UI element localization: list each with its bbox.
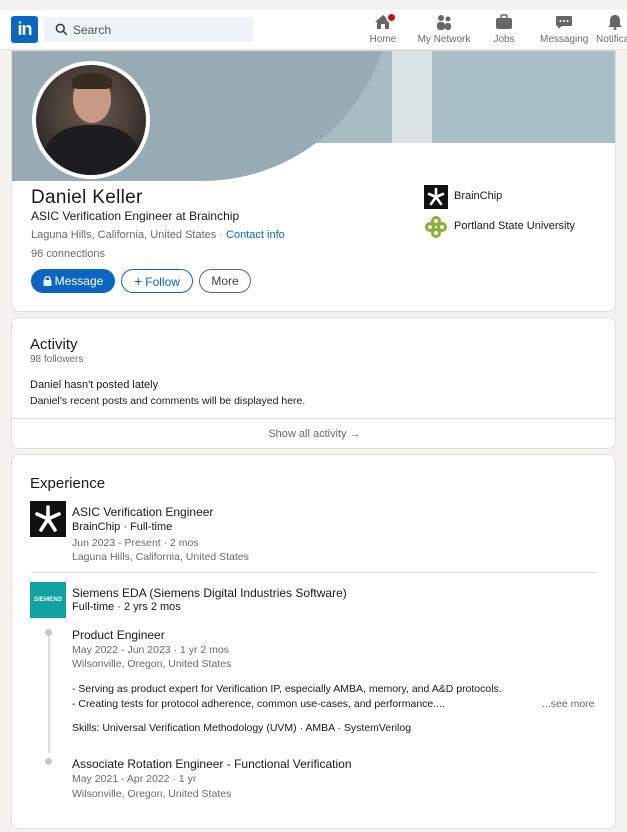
nav-jobs-label: Jobs bbox=[493, 34, 515, 45]
follow-button[interactable]: + Follow bbox=[121, 269, 193, 293]
lock-icon bbox=[43, 275, 52, 286]
see-more-link[interactable]: ...see more bbox=[542, 698, 595, 710]
avatar-hair bbox=[72, 73, 112, 89]
location-text: Laguna Hills, California, United States bbox=[31, 229, 217, 241]
role2-dates: May 2021 - Apr 2022 · 1 yr bbox=[72, 773, 197, 785]
location-separator: · bbox=[216, 229, 227, 241]
timeline-line bbox=[48, 632, 50, 753]
nav-home[interactable]: Home bbox=[366, 12, 400, 48]
divider bbox=[31, 572, 597, 573]
follow-button-label: Follow bbox=[145, 275, 180, 289]
window-strip bbox=[0, 0, 627, 10]
experience-card: Experience ASIC Verification Engineer Br… bbox=[11, 454, 616, 829]
role2-title[interactable]: Associate Rotation Engineer - Functional… bbox=[72, 757, 352, 771]
avatar[interactable] bbox=[32, 61, 150, 179]
bell-icon bbox=[608, 15, 622, 30]
network-icon bbox=[437, 15, 451, 30]
role1-location: Wilsonville, Oregon, United States bbox=[72, 658, 232, 670]
profile-location: Laguna Hills, California, United States … bbox=[31, 229, 285, 241]
avatar-shirt bbox=[44, 125, 140, 175]
role1-desc-line1: - Serving as product expert for Verifica… bbox=[72, 683, 502, 695]
message-button[interactable]: Message bbox=[31, 269, 115, 293]
experience-title: Experience bbox=[30, 475, 106, 492]
job1-location: Laguna Hills, California, United States bbox=[72, 551, 249, 563]
nav-messaging-label: Messaging bbox=[540, 34, 589, 45]
role1-skills[interactable]: Skills: Universal Verification Methodolo… bbox=[72, 722, 411, 734]
more-button[interactable]: More bbox=[199, 269, 251, 293]
job1-company: BrainChip · Full-time bbox=[72, 521, 173, 533]
messaging-icon bbox=[556, 16, 572, 29]
profile-name: Daniel Keller bbox=[31, 187, 143, 208]
notification-badge bbox=[386, 12, 397, 23]
job1-dates: Jun 2023 - Present · 2 mos bbox=[72, 537, 199, 549]
role2-location: Wilsonville, Oregon, United States bbox=[72, 788, 232, 800]
siemens-logo[interactable]: SIEMENS bbox=[30, 582, 66, 618]
profile-headline: ASIC Verification Engineer at Brainchip bbox=[31, 209, 240, 223]
activity-title: Activity bbox=[30, 336, 78, 353]
cover-shape bbox=[432, 51, 615, 143]
followers-count: 98 followers bbox=[30, 354, 84, 365]
linkedin-logo[interactable]: in bbox=[11, 16, 38, 43]
company2-name[interactable]: Siemens EDA (Siemens Digital Industries … bbox=[72, 586, 347, 600]
message-button-label: Message bbox=[54, 274, 104, 288]
cover-shape bbox=[392, 51, 432, 143]
search-icon bbox=[55, 23, 68, 36]
psu-logo-icon bbox=[424, 215, 448, 239]
current-company-name: BrainChip bbox=[454, 190, 503, 202]
connections-count[interactable]: 96 connections bbox=[31, 248, 105, 260]
brainchip-logo-icon[interactable] bbox=[30, 501, 66, 537]
plus-icon: + bbox=[134, 273, 143, 289]
activity-empty-title: Daniel hasn't posted lately bbox=[30, 379, 159, 391]
search-input[interactable]: Search bbox=[44, 17, 253, 42]
nav-my-network-label: My Network bbox=[417, 34, 471, 45]
profile-card: Daniel Keller ASIC Verification Engineer… bbox=[11, 50, 616, 312]
job1-title[interactable]: ASIC Verification Engineer bbox=[72, 505, 213, 519]
briefcase-icon bbox=[496, 14, 512, 29]
timeline-dot bbox=[45, 629, 52, 636]
role1-title[interactable]: Product Engineer bbox=[72, 628, 165, 642]
nav-notifications-label: Notifica bbox=[596, 34, 627, 45]
brainchip-logo-icon bbox=[424, 185, 448, 209]
education-name: Portland State University bbox=[454, 220, 576, 232]
role1-dates: May 2022 - Jun 2023 · 1 yr 2 mos bbox=[72, 644, 229, 656]
nav-notifications[interactable]: Notifica bbox=[596, 14, 627, 48]
show-all-activity-button[interactable]: Show all activity → bbox=[12, 418, 615, 448]
role1-desc-line2: - Creating tests for protocol adherence,… bbox=[72, 698, 445, 710]
nav-jobs[interactable]: Jobs bbox=[488, 14, 520, 48]
search-placeholder: Search bbox=[73, 23, 112, 37]
nav-home-label: Home bbox=[369, 34, 397, 45]
timeline-dot bbox=[45, 758, 52, 765]
activity-empty-sub: Daniel’s recent posts and comments will … bbox=[30, 395, 306, 407]
more-button-label: More bbox=[211, 274, 239, 288]
top-nav: in Search Home My Network Jobs Messaging… bbox=[0, 0, 627, 50]
company2-tenure: Full-time · 2 yrs 2 mos bbox=[72, 601, 181, 613]
contact-info-link[interactable]: Contact info bbox=[226, 229, 285, 241]
nav-my-network[interactable]: My Network bbox=[416, 14, 472, 48]
nav-messaging[interactable]: Messaging bbox=[540, 14, 588, 48]
activity-card: Activity 98 followers Daniel hasn't post… bbox=[11, 317, 616, 449]
